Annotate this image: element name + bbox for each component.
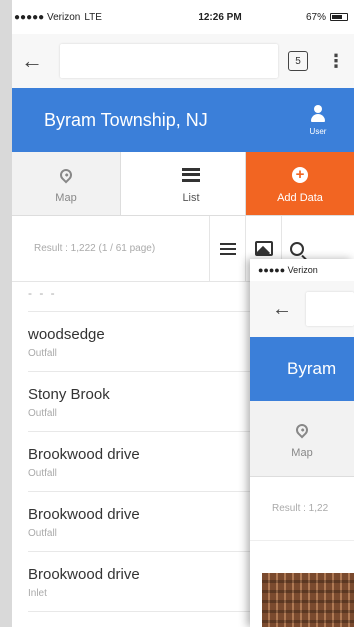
user-icon (310, 104, 326, 123)
browser-toolbar: ← 5 ⋮ (12, 34, 354, 88)
front-carrier-label: ●●●●● Verizon (258, 265, 318, 275)
clock: 12:26 PM (198, 11, 242, 23)
tabs-count-button[interactable]: 5 (288, 51, 308, 71)
user-button[interactable]: User (282, 104, 354, 136)
network-label: LTE (84, 11, 102, 23)
result-count: Result : 1,222 (1 / 61 page) (34, 243, 156, 254)
list-view-icon (219, 242, 236, 255)
back-arrow-icon[interactable]: ← (18, 47, 46, 75)
search-icon (289, 241, 304, 256)
status-bar: ●●●●● Verizon LTE 12:26 PM 67% (12, 0, 354, 34)
tab-add-data-label: Add Data (277, 191, 323, 204)
url-input[interactable] (60, 44, 278, 78)
front-tab-map[interactable]: Map (250, 401, 354, 477)
photo-thumbnail[interactable] (262, 573, 354, 627)
front-tab-map-label: Map (291, 446, 313, 459)
front-result-count: Result : 1,22 (250, 477, 354, 541)
list-view-button[interactable] (209, 215, 245, 282)
map-pin-icon (293, 421, 311, 438)
list-icon (182, 167, 200, 182)
carrier-label: ●●●●● Verizon (14, 11, 81, 23)
tab-map-label: Map (55, 191, 77, 204)
app-header: Byram Township, NJ User (12, 88, 354, 152)
front-status-bar: ●●●●● Verizon (250, 259, 354, 281)
nav-tabs: Map List + Add Data (12, 152, 354, 216)
user-label: User (309, 126, 327, 136)
image-icon (254, 241, 273, 256)
tab-list-label: List (182, 191, 200, 204)
battery-percent: 67% (305, 11, 326, 23)
front-phone-screen: ●●●●● Verizon ← Byram Map Result : 1,22 (250, 259, 354, 627)
page-title: Byram Township, NJ (44, 109, 208, 130)
tab-map[interactable]: Map (12, 152, 121, 215)
front-browser-toolbar: ← (250, 281, 354, 337)
add-circle-icon: + (292, 166, 308, 183)
tab-add-data[interactable]: + Add Data (246, 152, 354, 215)
battery-icon (330, 13, 348, 21)
back-arrow-icon[interactable]: ← (272, 295, 292, 323)
tab-list[interactable]: List (121, 152, 246, 215)
front-page-title: Byram (250, 337, 354, 401)
map-pin-icon (57, 166, 75, 183)
front-url-input[interactable] (306, 292, 354, 326)
overflow-menu-icon[interactable]: ⋮ (326, 51, 346, 72)
